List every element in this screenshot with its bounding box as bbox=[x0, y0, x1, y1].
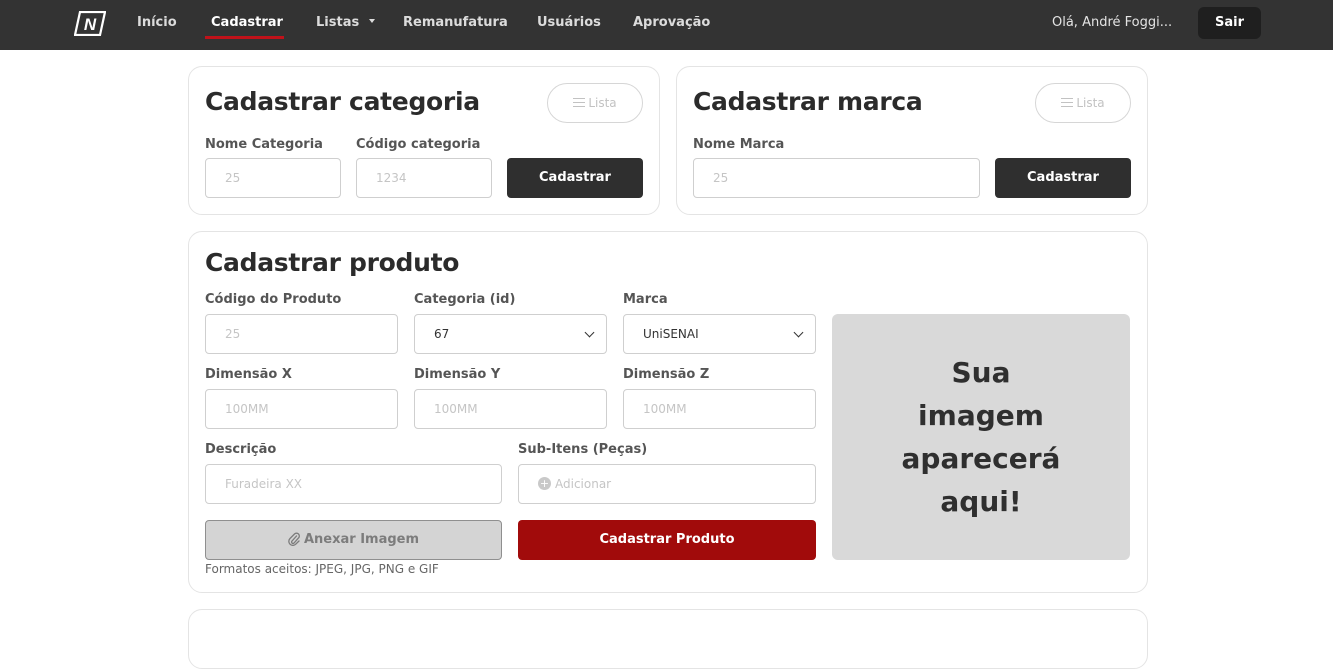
top-navbar: N Início Cadastrar Listas Remanufatura U… bbox=[0, 0, 1333, 50]
add-circle-icon: + bbox=[538, 477, 551, 490]
brand-card-title: Cadastrar marca bbox=[693, 87, 923, 116]
product-code-input[interactable]: 25 bbox=[205, 314, 398, 354]
category-card: Cadastrar categoria Lista Nome Categoria… bbox=[188, 66, 660, 215]
product-brand-value: UniSENAI bbox=[643, 327, 699, 341]
brand-list-button[interactable]: Lista bbox=[1035, 83, 1131, 123]
category-code-label: Código categoria bbox=[356, 137, 481, 152]
nav-item-remanufatura[interactable]: Remanufatura bbox=[403, 15, 508, 30]
product-category-select[interactable]: 67 bbox=[414, 314, 607, 354]
logo-icon[interactable]: N bbox=[74, 11, 106, 36]
category-submit-button[interactable]: Cadastrar bbox=[507, 158, 643, 198]
attach-image-label: Anexar Imagem bbox=[303, 532, 420, 547]
description-input[interactable]: Furadeira XX bbox=[205, 464, 502, 504]
category-code-input[interactable]: 1234 bbox=[356, 158, 492, 198]
list-icon bbox=[573, 98, 586, 107]
product-brand-label: Marca bbox=[623, 292, 668, 307]
brand-list-button-label: Lista bbox=[1076, 96, 1105, 110]
nav-item-inicio[interactable]: Início bbox=[137, 15, 177, 30]
dimension-z-label: Dimensão Z bbox=[623, 367, 710, 382]
product-card-title: Cadastrar produto bbox=[205, 248, 460, 277]
category-name-label: Nome Categoria bbox=[205, 137, 323, 152]
chevron-down-icon bbox=[584, 327, 595, 338]
dimension-y-label: Dimensão Y bbox=[414, 367, 501, 382]
list-icon bbox=[1061, 98, 1074, 107]
nav-item-listas-label: Listas bbox=[316, 15, 360, 30]
dimension-x-label: Dimensão X bbox=[205, 367, 292, 382]
product-brand-select[interactable]: UniSENAI bbox=[623, 314, 816, 354]
category-list-button-label: Lista bbox=[588, 96, 617, 110]
active-nav-indicator bbox=[205, 36, 284, 39]
image-preview: Sua imagem aparecerá aqui! bbox=[832, 314, 1130, 560]
product-code-label: Código do Produto bbox=[205, 292, 342, 307]
category-list-button[interactable]: Lista bbox=[547, 83, 643, 123]
logout-button[interactable]: Sair bbox=[1198, 7, 1261, 39]
image-preview-text: Sua imagem aparecerá aqui! bbox=[901, 356, 1061, 518]
dimension-x-input[interactable]: 100MM bbox=[205, 389, 398, 429]
next-card bbox=[188, 609, 1148, 669]
subitems-placeholder: Adicionar bbox=[555, 477, 612, 491]
nav-item-usuarios[interactable]: Usuários bbox=[537, 15, 601, 30]
brand-name-input[interactable]: 25 bbox=[693, 158, 980, 198]
dimension-y-input[interactable]: 100MM bbox=[414, 389, 607, 429]
brand-name-label: Nome Marca bbox=[693, 137, 785, 152]
product-card: Cadastrar produto Código do Produto 25 C… bbox=[188, 231, 1148, 593]
product-category-value: 67 bbox=[434, 327, 450, 341]
nav-item-listas[interactable]: Listas bbox=[316, 15, 375, 30]
brand-submit-button[interactable]: Cadastrar bbox=[995, 158, 1131, 198]
category-card-title: Cadastrar categoria bbox=[205, 87, 480, 116]
chevron-down-icon bbox=[793, 327, 804, 338]
nav-item-aprovacao[interactable]: Aprovação bbox=[633, 15, 710, 30]
description-label: Descrição bbox=[205, 442, 277, 457]
subitems-label: Sub-Itens (Peças) bbox=[518, 442, 648, 457]
user-greeting: Olá, André Foggi... bbox=[1052, 15, 1173, 30]
paperclip-icon bbox=[288, 532, 300, 546]
category-name-input[interactable]: 25 bbox=[205, 158, 341, 198]
attach-image-button[interactable]: Anexar Imagem bbox=[205, 520, 502, 560]
brand-card: Cadastrar marca Lista Nome Marca 25 Cada… bbox=[676, 66, 1148, 215]
product-category-label: Categoria (id) bbox=[414, 292, 516, 307]
caret-down-icon bbox=[368, 18, 375, 23]
subitems-input[interactable]: + Adicionar bbox=[518, 464, 816, 504]
formats-hint: Formatos aceitos: JPEG, JPG, PNG e GIF bbox=[205, 562, 439, 576]
product-submit-button[interactable]: Cadastrar Produto bbox=[518, 520, 816, 560]
logo-letter: N bbox=[84, 15, 97, 34]
nav-item-cadastrar[interactable]: Cadastrar bbox=[211, 15, 283, 30]
dimension-z-input[interactable]: 100MM bbox=[623, 389, 816, 429]
